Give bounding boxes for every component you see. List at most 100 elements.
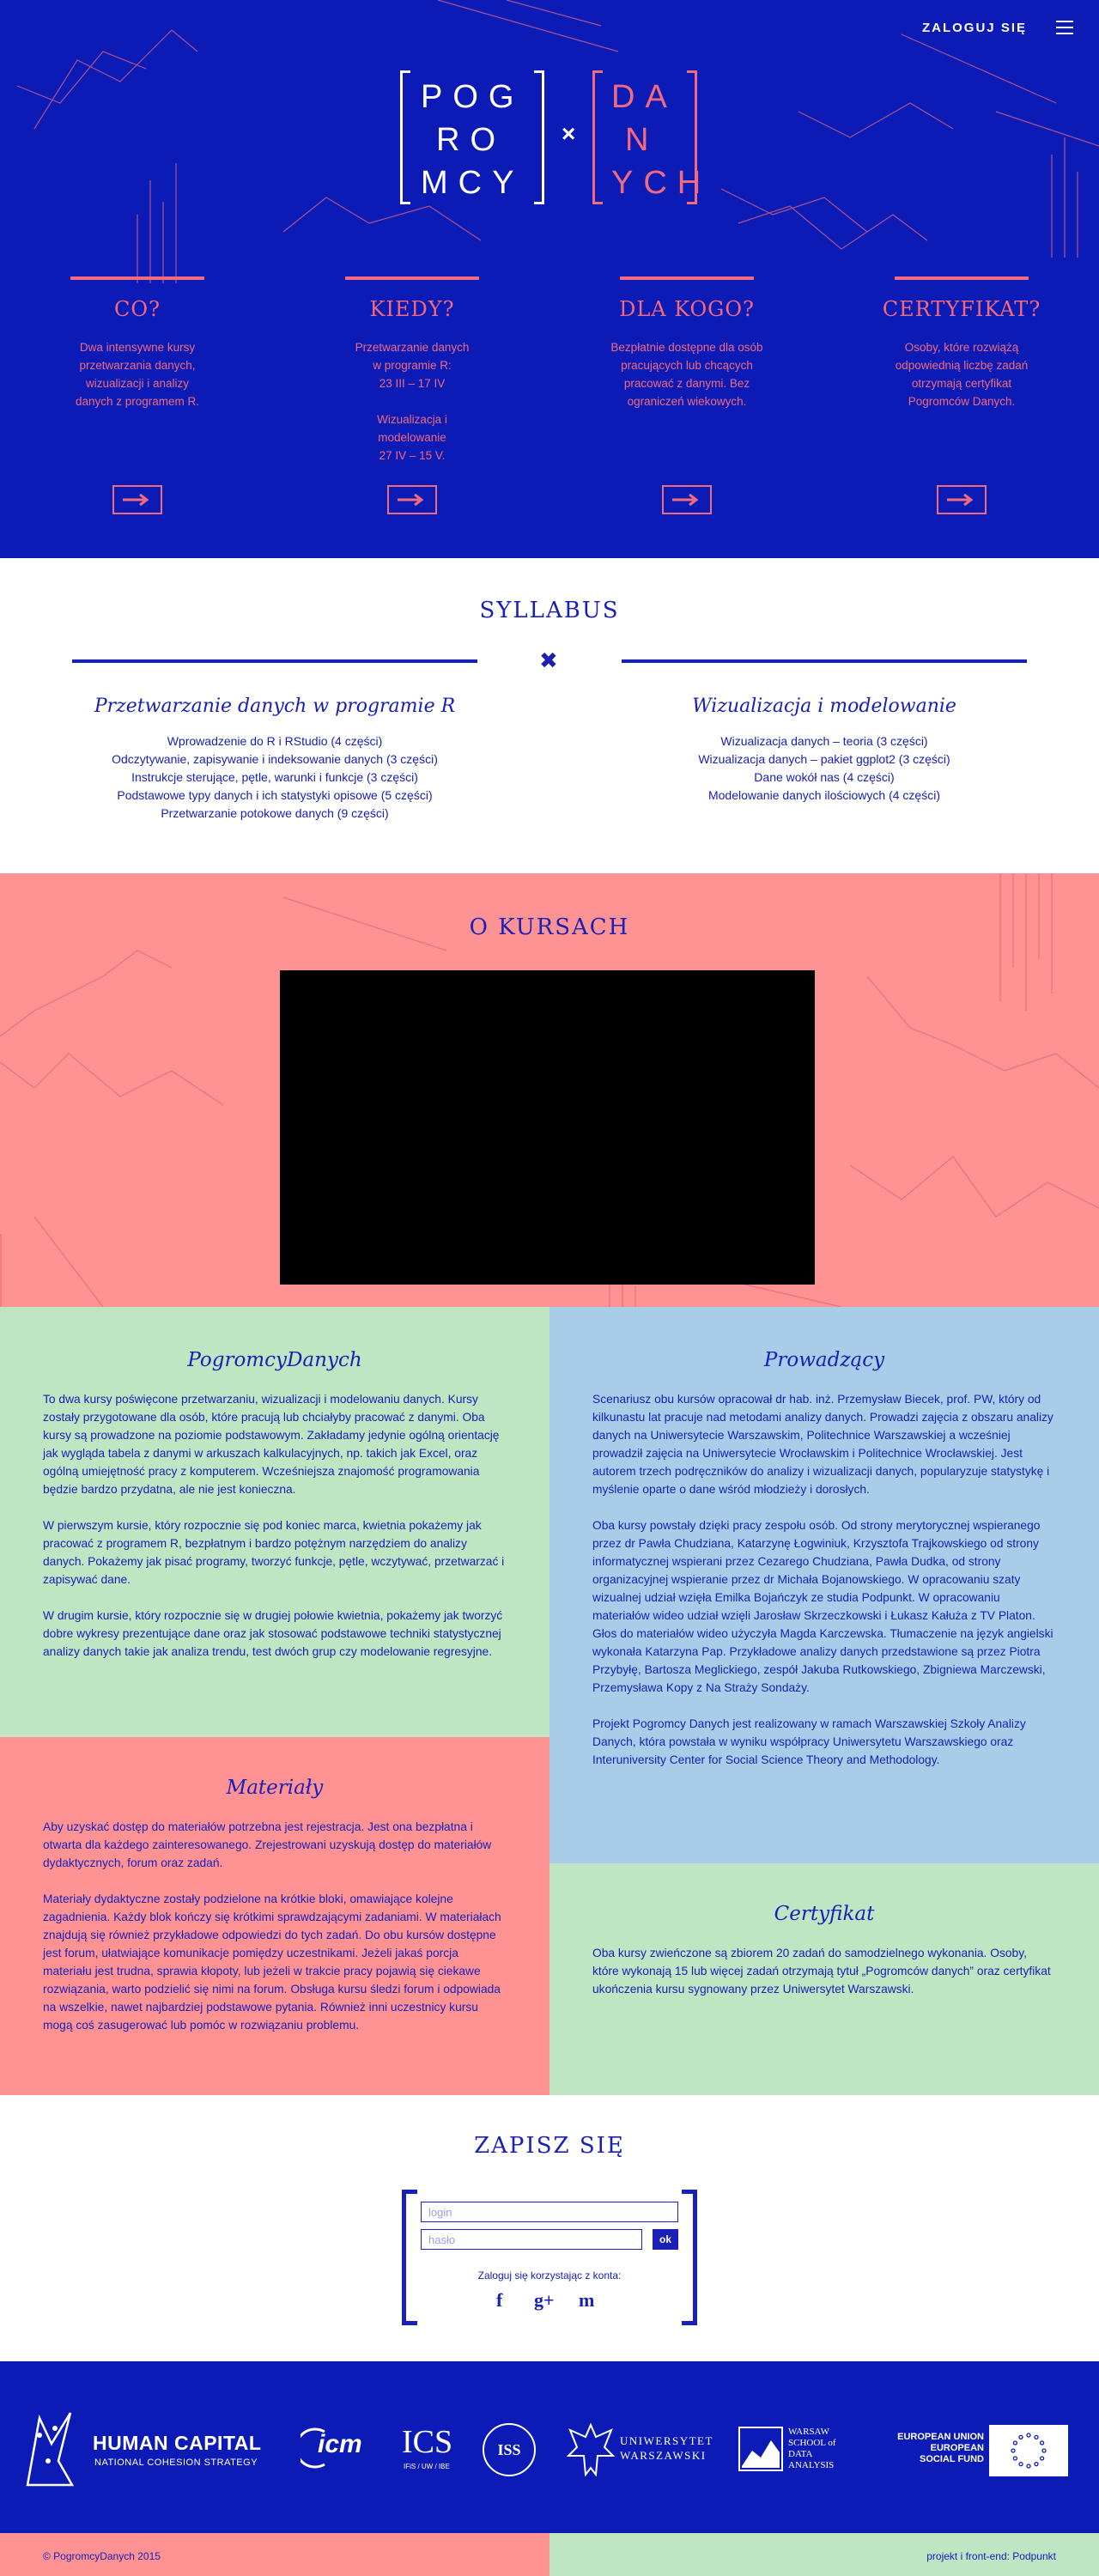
footer-copyright: © PogromcyDanych 2015	[43, 2550, 161, 2562]
logo-bracket-right	[592, 70, 603, 204]
feature-dla-kogo: DLA KOGO? Bezpłatnie dostępne dla osób p…	[610, 276, 763, 410]
syllabus-item: Podstawowe typy danych i ich statystyki …	[117, 788, 433, 802]
feature-kiedy: KIEDY? Przetwarzanie danych w programie …	[345, 276, 479, 465]
panel-paragraph: Aby uzyskać dostęp do materiałów potrzeb…	[43, 1820, 492, 1869]
feature-text: Bezpłatnie dostępne dla osób pracujących…	[610, 341, 763, 408]
arrow-right-icon	[672, 493, 699, 507]
panel-paragraph: W pierwszym kursie, który rozpocznie się…	[43, 1519, 505, 1586]
iss-logo-seal: ISS	[483, 2423, 536, 2476]
footer-credits-link[interactable]: projekt i front-end: Podpunkt	[926, 2550, 1056, 2562]
syllabus-list: Wizualizacja danych – teoria (3 części) …	[601, 732, 1047, 805]
eu-logo-line: EUROPEAN	[930, 2443, 984, 2453]
video-player[interactable]	[280, 970, 815, 1285]
login-form: ok Zaloguj się korzystając z konta: f g+…	[402, 2190, 697, 2325]
eu-logo-line: EUROPEAN UNION	[897, 2432, 984, 2442]
syllabus-course-viz: Wizualizacja i modelowanie Wizualizacja …	[601, 696, 1047, 805]
other-login-icon[interactable]: m	[579, 2289, 594, 2312]
syllabus-divider-right	[622, 659, 1027, 663]
syllabus-section: SYLLABUS ✖ Przetwarzanie danych w progra…	[0, 558, 1099, 873]
panel-paragraph: To dwa kursy poświęcone przetwarzaniu, w…	[43, 1393, 500, 1496]
syllabus-item: Przetwarzanie potokowe danych (9 części)	[161, 806, 389, 820]
syllabus-item: Wizualizacja danych – pakiet ggplot2 (3 …	[698, 752, 950, 766]
panel-heading: Prowadzący	[763, 1349, 885, 1371]
feature-certyfikat-arrow-button[interactable]	[937, 485, 987, 514]
feature-kiedy-arrow-button[interactable]	[387, 485, 437, 514]
icm-logo: icm	[318, 2430, 362, 2458]
uw-logo-line: WARSZAWSKI	[620, 2449, 707, 2462]
footer-right: projekt i front-end: Podpunkt	[550, 2533, 1099, 2576]
social-login-label: Zaloguj się korzystając z konta:	[477, 2269, 622, 2281]
wsda-logo-icon	[738, 2427, 783, 2471]
panel-prowadzacy: Prowadzący Scenariusz obu kursów opracow…	[550, 1307, 1099, 1863]
panel-paragraph: Scenariusz obu kursów opracował dr hab. …	[592, 1393, 1053, 1496]
eu-flag-icon	[989, 2425, 1068, 2476]
human-capital-logo-icon	[26, 2412, 75, 2487]
google-plus-icon[interactable]: g+	[534, 2289, 555, 2312]
syllabus-item: Odczytywanie, zapisywanie i indeksowanie…	[112, 752, 438, 766]
eu-logo-text: EUROPEAN UNION EUROPEAN SOCIAL FUND	[872, 2432, 984, 2465]
feature-co-arrow-button[interactable]	[112, 485, 162, 514]
feature-co: CO? Dwa intensywne kursy przetwarzania d…	[70, 276, 204, 410]
panel-heading: Materiały	[226, 1777, 324, 1799]
wsda-logo-line: ANALYSIS	[788, 2460, 835, 2470]
panel-pogromcy: PogromcyDanych To dwa kursy poświęcone p…	[0, 1307, 550, 1737]
wsda-logo-line: SCHOOL of	[788, 2438, 836, 2448]
footer-left: © PogromcyDanych 2015	[0, 2533, 550, 2576]
logo-line-6: YCH	[611, 165, 712, 201]
logo-bracket-left	[400, 70, 410, 204]
login-submit-button[interactable]: ok	[653, 2229, 678, 2250]
syllabus-item: Modelowanie danych ilościowych (4 części…	[707, 788, 940, 802]
feature-title: DLA KOGO?	[619, 297, 755, 321]
eu-logo-line: SOCIAL FUND	[920, 2454, 984, 2464]
panel-heading: Certyfikat	[774, 1903, 875, 1925]
uw-eagle-icon	[567, 2422, 615, 2477]
panel-paragraph: Materiały dydaktyczne zostały podzielone…	[43, 1893, 501, 2032]
iss-logo-text: ISS	[497, 2440, 521, 2458]
feature-title: CERTYFIKAT?	[882, 297, 1041, 321]
feature-title: KIEDY?	[369, 297, 455, 321]
close-x-icon: ✖	[539, 647, 558, 673]
human-capital-sub: NATIONAL COHESION STRATEGY	[94, 2458, 258, 2468]
panel-heading: PogromcyDanych	[187, 1349, 362, 1371]
feature-dla-kogo-arrow-button[interactable]	[662, 485, 712, 514]
syllabus-course-heading: Przetwarzanie danych w programie R	[94, 696, 456, 717]
panel-paragraph: W drugim kursie, który rozpocznie się w …	[43, 1609, 503, 1658]
form-bracket-right	[682, 2190, 697, 2325]
feature-divider	[895, 276, 1029, 280]
eu-stars-icon	[1011, 2433, 1047, 2469]
hamburger-menu-icon[interactable]	[1056, 21, 1073, 34]
logo-danych-text: DA N YCH	[611, 76, 711, 204]
arrow-right-icon	[947, 493, 974, 507]
about-title: O KURSACH	[469, 914, 630, 940]
signup-section: ZAPISZ SIĘ ok Zaloguj się korzystając z …	[0, 2095, 1099, 2361]
facebook-icon[interactable]: f	[496, 2289, 502, 2312]
logo-bracket-left-close	[534, 70, 544, 204]
logo-pogromcy-text: POG RO MCY	[421, 76, 524, 204]
hero-section: ZALOGUJ SIĘ POG RO MCY × DA N YCH CO? Dw…	[0, 0, 1099, 558]
wsda-logo-line: WARSAW	[788, 2427, 830, 2437]
human-capital-name: HUMAN CAPITAL	[93, 2432, 262, 2454]
login-input[interactable]	[421, 2202, 678, 2222]
logo-line-2: RO	[436, 122, 506, 158]
logo-line-3: MCY	[421, 165, 525, 201]
uw-logo-text: UNIWERSYTET WARSZAWSKI	[620, 2433, 713, 2463]
syllabus-divider-left	[72, 659, 477, 663]
partners-section: HUMAN CAPITAL NATIONAL COHESION STRATEGY…	[0, 2361, 1099, 2533]
panel-paragraph: Projekt Pogromcy Danych jest realizowany…	[592, 1717, 1026, 1766]
syllabus-list: Wprowadzenie do R i RStudio (4 części) O…	[52, 732, 498, 823]
feature-divider	[70, 276, 204, 280]
syllabus-course-r: Przetwarzanie danych w programie R Wprow…	[52, 696, 498, 823]
login-link[interactable]: ZALOGUJ SIĘ	[922, 21, 1027, 35]
form-bracket-left	[402, 2190, 417, 2325]
feature-text: Dwa intensywne kursy przetwarzania danyc…	[75, 341, 200, 408]
feature-certyfikat: CERTYFIKAT? Osoby, które rozwiążą odpowi…	[883, 276, 1040, 410]
uw-logo-line: UNIWERSYTET	[620, 2434, 713, 2447]
syllabus-title: SYLLABUS	[479, 598, 620, 623]
wsda-logo-text: WARSAW SCHOOL of DATA ANALYSIS	[788, 2427, 836, 2471]
password-input[interactable]	[421, 2229, 642, 2250]
panel-materialy: Materiały Aby uzyskać dostęp do materiał…	[0, 1737, 550, 2095]
feature-text: Osoby, które rozwiążą odpowiednią liczbę…	[895, 341, 1029, 408]
logo-line-4: DA	[611, 79, 677, 115]
feature-divider	[345, 276, 479, 280]
site-logo[interactable]: POG RO MCY × DA N YCH	[400, 70, 701, 208]
